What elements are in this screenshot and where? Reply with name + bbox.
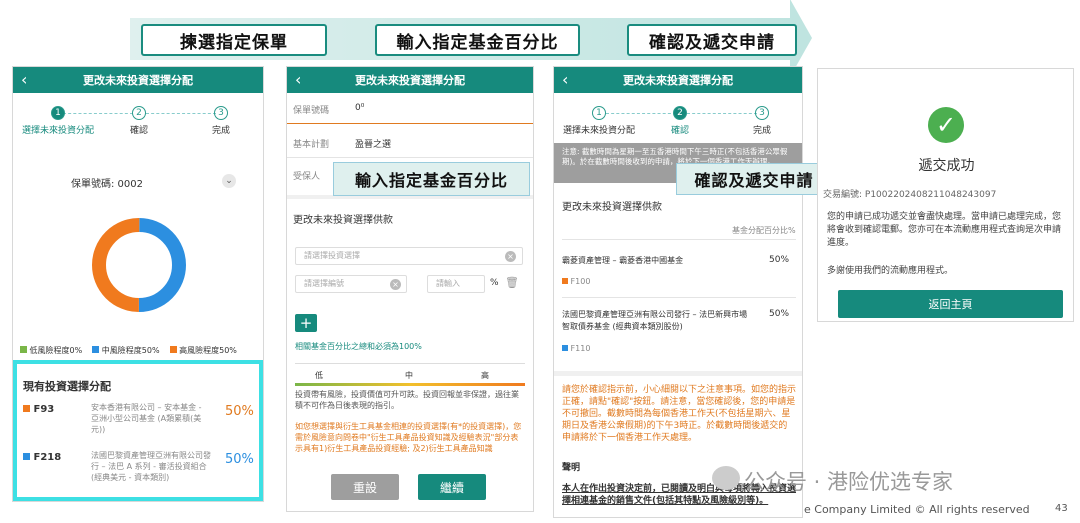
watermark-text: 公众号 · 港险优选专家 [744,470,954,494]
fund-row-f218: F218 [23,452,61,463]
screen-success: ✓ 遞交成功 交易編號: P1002202408211048243097 您的申… [817,68,1074,322]
fund-percentage: 50% [769,309,790,319]
section-title: 更改未來投資選擇供款 [562,202,662,213]
current-allocation-box: 現有投資選擇分配 F93 安本香港有限公司 – 安本基金 - 亞洲小型公司基金 … [13,360,263,501]
chevron-down-icon[interactable]: ⌄ [222,174,236,188]
pct-header: 基金分配百分比% [732,226,796,235]
copyright-text: e Company Limited © All rights reserved [804,503,1030,516]
insured-label: 受保人 [293,172,321,182]
screen3-header: ‹ 更改未來投資選擇分配 [554,67,802,93]
screen-confirm: ‹ 更改未來投資選擇分配 1 選擇未來投資分配 2 確認 3 完成 注意: 截數時間為… [553,66,803,518]
clear-icon[interactable]: × [505,251,516,262]
fund-name: 法國巴黎資產管理亞洲有限公司發行 – 法巴 A 系列 - 審活投資組合(經典美元… [91,451,211,482]
back-arrow-icon[interactable]: ‹ [562,70,568,89]
fund-code: F110 [562,344,590,353]
sum-note: 相關基金百分比之總和必須為100% [295,342,422,351]
legend-low: 低風險程度0% [20,345,82,356]
wechat-icon [712,466,740,490]
legend-medium: 中風險程度50% [92,345,160,356]
step-3: 3 完成 [752,106,771,136]
legend-high: 高風險程度50% [169,345,237,356]
screen1-header: ‹ 更改未來投資選擇分配 [13,67,263,93]
clear-icon[interactable]: × [390,279,401,290]
plan-value: 盈晉之選 [355,140,392,150]
enter-percentage-callout: 輸入指定基金百分比 [333,162,530,196]
current-allocation-title: 現有投資選擇分配 [23,380,111,393]
trash-icon[interactable]: 🗑 [505,276,519,289]
derivative-notice: 如您想選擇與衍生工具基金相連的投資選擇(有*的投資選擇)，您需於風險意向問卷中"… [295,422,522,453]
risk-low: 低 [315,371,323,380]
step-1: 1 選擇未來投資分配 [21,106,94,136]
screen2-header: ‹ 更改未來投資選擇分配 [287,67,533,93]
policy-number-label: 保單號碼: 0002 [71,179,143,190]
step-2: 2 確認 [129,106,148,136]
fund-name: 安本香港有限公司 – 安本基金 - 亞洲小型公司基金 (A類累積(美元)) [91,403,202,434]
screen-select-allocation: ‹ 更改未來投資選擇分配 1 選擇未來投資分配 2 確認 3 完成 保單號碼: 000… [12,66,264,502]
confirm-callout: 確認及遞交申請 [676,163,832,195]
continue-button[interactable]: 繼續 [418,474,486,500]
fund-percentage: 50% [769,255,790,265]
risk-bar [295,383,525,386]
screen2-title: 更改未來投資選擇分配 [355,74,465,87]
banner-step-enter-percentage: 輸入指定基金百分比 [375,24,580,56]
page-number: 43 [1055,503,1068,514]
transaction-ref: 交易編號: P1002202408211048243097 [823,190,997,200]
success-message: 您的申請已成功遞交並會盡快處理。當申請已處理完成，您將會收到確認電郵。您亦可在本… [827,212,1062,248]
section-title: 更改未來投資選擇供款 [293,215,393,226]
fund-select-field[interactable]: 請選擇投資選擇 [295,247,523,265]
screen1-title: 更改未來投資選擇分配 [83,74,193,87]
success-title: 遞交成功 [918,158,975,174]
declaration-title: 聲明 [562,463,581,473]
risk-legend: 低風險程度0% 中風險程度50% 高風險程度50% [20,345,237,356]
success-check-icon: ✓ [928,107,964,143]
back-arrow-icon[interactable]: ‹ [295,70,301,89]
risk-disclaimer: 投資帶有風險，投資價值可升可跌。投資回報並非保證，過往業積不可作為日後表現的指引… [295,390,519,410]
thanks-message: 多謝使用我們的流動應用程式。 [827,266,954,276]
banner-step-confirm: 確認及遞交申請 [627,24,797,56]
policy-label: 保單號碼 [293,106,330,116]
banner-step-select-policy: 揀選指定保單 [141,24,327,56]
plan-label: 基本計劃 [293,140,330,150]
risk-donut-chart [92,218,186,312]
risk-medium: 中 [405,371,413,380]
fund-percentage: 50% [225,452,254,467]
fund-name: 霸菱資產管理 – 霸菱香港中國基金 [562,256,684,265]
screen3-title: 更改未來投資選擇分配 [623,74,733,87]
back-home-button[interactable]: 返回主頁 [838,290,1063,318]
risk-high: 高 [481,371,489,380]
fund-row-f93: F93 [23,404,54,415]
back-arrow-icon[interactable]: ‹ [21,70,27,89]
add-fund-button[interactable]: + [295,314,317,332]
fund-name: 法國巴黎資產管理亞洲有限公司發行 – 法巴新興市場智取債券基金 (經典資本類別股… [562,310,748,331]
fund-percentage: 50% [225,404,254,419]
step-1: 1 選擇未來投資分配 [562,106,635,136]
confirm-notice: 請您於確認指示前，小心細閱以下之注意事項。如您的指示正確，請點"確認"按鈕。請注… [562,385,797,443]
screen-enter-percentage: ‹ 更改未來投資選擇分配 保單號碼 0⁰ 基本計劃 盈晉之選 受保人 更改未來投… [286,66,534,512]
reset-button[interactable]: 重設 [331,474,399,500]
policy-value: 0⁰ [355,103,365,113]
fund-code: F100 [562,277,590,286]
step-2: 2 確認 [670,106,689,136]
percentage-input[interactable]: 請輸入 [427,275,485,293]
percent-unit: % [490,278,499,288]
step-3: 3 完成 [211,106,230,136]
